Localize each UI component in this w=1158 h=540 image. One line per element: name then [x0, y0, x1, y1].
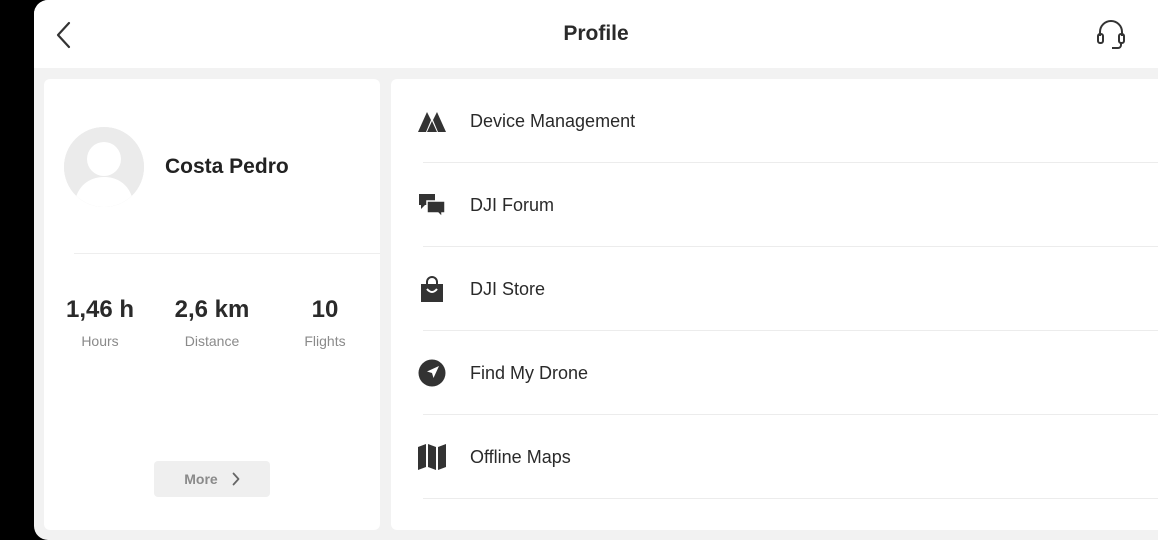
stat-label: Distance: [184, 333, 240, 349]
menu-item-label: DJI Store: [470, 279, 546, 299]
divider: [423, 498, 1158, 499]
profile-card: Costa Pedro 1,46 h Hours 2,6 km Distance…: [44, 79, 380, 530]
more-label: More: [184, 471, 218, 487]
stat-value: 10: [311, 296, 339, 323]
stat-hours: 1,46 h Hours: [45, 295, 155, 349]
stat-label: Flights: [304, 333, 346, 349]
stat-value: 1,46 h: [65, 296, 135, 323]
menu-item-label: DJI Forum: [470, 195, 555, 215]
stat-value: 2,6 km: [174, 296, 250, 323]
stat-distance: 2,6 km Distance: [157, 295, 267, 349]
more-button[interactable]: More: [154, 461, 270, 497]
menu-item-label: Find My Drone: [470, 363, 589, 383]
support-button[interactable]: [1094, 18, 1128, 52]
user-placeholder-icon: [64, 127, 144, 207]
avatar[interactable]: [64, 127, 144, 207]
shopping-bag-icon: [417, 275, 447, 303]
profile-screen: Profile Costa Pedro 1,46 h Hours 2,6 km: [34, 0, 1158, 540]
divider: [74, 253, 380, 254]
map-icon: [417, 443, 447, 471]
chevron-right-icon: [232, 472, 240, 486]
menu-item-device-management[interactable]: Device Management: [391, 79, 1158, 163]
page-title: Profile: [563, 22, 629, 45]
menu-item-find-my-drone[interactable]: Find My Drone: [391, 331, 1158, 415]
menu-list: Device Management DJI Forum DJI Store Fi…: [391, 79, 1158, 530]
menu-item-offline-maps[interactable]: Offline Maps: [391, 415, 1158, 499]
stat-flights: 10 Flights: [270, 295, 380, 349]
menu-item-dji-forum[interactable]: DJI Forum: [391, 163, 1158, 247]
top-bar: Profile: [34, 0, 1158, 68]
menu-item-label: Offline Maps: [470, 447, 571, 467]
user-name: Costa Pedro: [165, 155, 289, 178]
chat-bubbles-icon: [417, 191, 447, 219]
menu-item-label: Device Management: [470, 111, 636, 131]
menu-item-dji-store[interactable]: DJI Store: [391, 247, 1158, 331]
headset-icon: [1097, 20, 1125, 49]
drone-brand-icon: [417, 107, 447, 135]
stat-label: Hours: [81, 333, 119, 349]
locate-arrow-icon: [417, 359, 447, 387]
